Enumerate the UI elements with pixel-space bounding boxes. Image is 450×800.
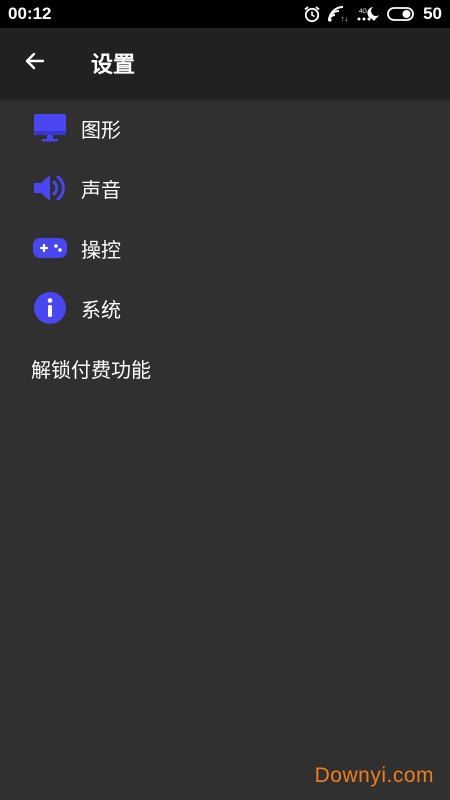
status-icons: ↑↓ 4G 50: [303, 4, 442, 24]
arrow-left-icon: [23, 49, 47, 77]
app-bar: 设置: [0, 28, 450, 98]
settings-menu: 图形 声音 操控 系统 解锁付费功能: [0, 98, 450, 398]
menu-item-label: 图形: [81, 117, 121, 142]
alarm-icon: [303, 5, 321, 23]
svg-text:↑↓: ↑↓: [341, 16, 348, 23]
menu-item-system[interactable]: 系统: [0, 278, 450, 338]
gamepad-icon: [32, 230, 68, 266]
menu-item-label: 操控: [81, 237, 121, 262]
back-button[interactable]: [13, 41, 57, 85]
menu-item-unlock-premium[interactable]: 解锁付费功能: [0, 338, 450, 398]
info-icon: [32, 290, 68, 326]
signal-icon: 4G: [355, 5, 381, 23]
status-bar: 00:12 ↑↓ 4G 50: [0, 0, 450, 28]
menu-item-label: 解锁付费功能: [31, 357, 151, 382]
menu-item-label: 系统: [81, 297, 121, 322]
menu-item-sound[interactable]: 声音: [0, 158, 450, 218]
monitor-icon: [32, 110, 68, 146]
watermark: Downyi.com: [314, 764, 434, 787]
status-time: 00:12: [8, 4, 52, 23]
battery-level: 50: [423, 4, 442, 23]
menu-item-label: 声音: [81, 177, 121, 202]
svg-text:4G: 4G: [359, 9, 367, 15]
page-title: 设置: [91, 53, 136, 78]
battery-icon: [387, 6, 415, 22]
menu-item-graphics[interactable]: 图形: [0, 98, 450, 158]
wifi-icon: ↑↓: [327, 5, 349, 23]
speaker-icon: [32, 170, 68, 206]
menu-item-controls[interactable]: 操控: [0, 218, 450, 278]
